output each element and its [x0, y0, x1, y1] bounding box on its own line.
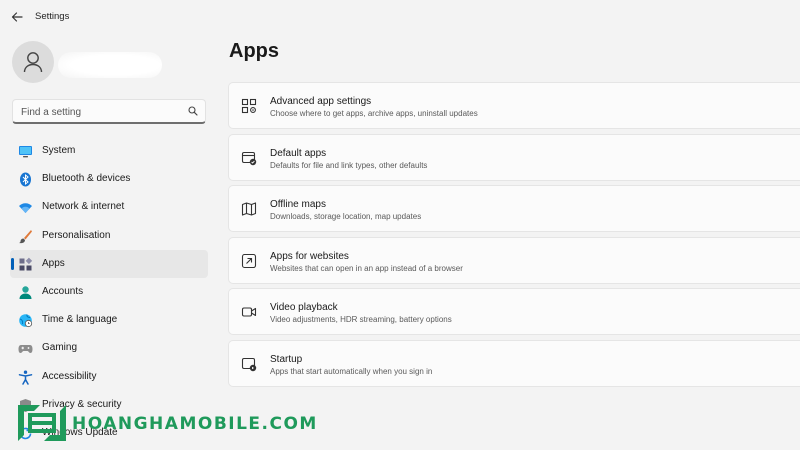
selection-indicator: [11, 257, 14, 270]
account-name-redacted: [58, 52, 162, 78]
sidebar-item-label: Accessibility: [42, 370, 97, 382]
card-description: Apps that start automatically when you s…: [270, 366, 433, 376]
card-title: Apps for websites: [270, 250, 349, 262]
bluetooth-icon: [20, 172, 31, 187]
card-description: Choose where to get apps, archive apps, …: [270, 109, 478, 118]
sidebar-item-accounts[interactable]: Accounts: [10, 278, 208, 306]
card-default-apps[interactable]: Default apps Defaults for file and link …: [228, 133, 800, 181]
search-input[interactable]: [19, 103, 183, 122]
gamepad-icon: [18, 345, 33, 354]
wifi-icon: [19, 203, 32, 214]
monitor-icon: [19, 146, 32, 158]
default-apps-icon: [241, 151, 257, 165]
globe-clock-icon: [19, 314, 33, 328]
sidebar-item-label: Time & language: [42, 314, 118, 326]
card-video-playback[interactable]: Video playback Video adjustments, HDR st…: [228, 288, 800, 336]
sidebar-item-network[interactable]: Network & internet: [10, 193, 208, 221]
startup-icon: [241, 357, 257, 372]
sidebar-item-system[interactable]: System: [10, 137, 208, 165]
accessibility-icon: [18, 370, 33, 385]
sidebar-item-label: Accounts: [42, 285, 84, 297]
back-arrow-icon: [11, 12, 23, 22]
sidebar-item-label: Network & internet: [42, 201, 125, 213]
watermark: HOANGHAMOBILE.COM: [14, 403, 316, 443]
sidebar-item-accessibility[interactable]: Accessibility: [10, 363, 208, 391]
watermark-text: HOANGHAMOBILE.COM: [72, 414, 318, 434]
sidebar-item-bluetooth[interactable]: Bluetooth & devices: [10, 165, 208, 193]
video-camera-icon: [241, 307, 257, 317]
card-title: Default apps: [270, 147, 327, 159]
title-bar: Settings: [0, 0, 800, 34]
page-title: Apps: [229, 40, 279, 62]
card-title: Startup: [270, 353, 303, 365]
back-button[interactable]: [8, 8, 26, 26]
paintbrush-icon: [19, 229, 32, 243]
app-title: Settings: [35, 11, 70, 22]
sidebar-item-label: Personalisation: [42, 229, 111, 241]
card-startup[interactable]: Startup Apps that start automatically wh…: [228, 339, 800, 387]
sidebar-item-gaming[interactable]: Gaming: [10, 334, 208, 362]
card-description: Video adjustments, HDR streaming, batter…: [270, 315, 452, 325]
card-description: Downloads, storage location, map updates: [270, 212, 422, 222]
card-title: Offline maps: [270, 199, 326, 211]
sidebar-item-label: Bluetooth & devices: [42, 173, 131, 185]
avatar[interactable]: [12, 41, 54, 83]
sidebar-item-label: Gaming: [42, 342, 78, 354]
sidebar-item-label: Apps: [42, 257, 65, 269]
sidebar-item-label: System: [42, 145, 76, 156]
settings-card-list: Advanced app settings Choose where to ge…: [228, 82, 800, 392]
user-icon: [23, 52, 43, 73]
card-apps-for-websites[interactable]: Apps for websites Websites that can open…: [228, 236, 800, 284]
sidebar-item-time-language[interactable]: Time & language: [10, 306, 208, 334]
card-offline-maps[interactable]: Offline maps Downloads, storage location…: [228, 185, 800, 233]
person-icon: [19, 286, 32, 299]
card-description: Websites that can open in an app instead…: [270, 263, 463, 273]
apps-icon: [19, 257, 33, 271]
app-settings-icon: [241, 98, 257, 114]
card-advanced-app-settings[interactable]: Advanced app settings Choose where to ge…: [228, 82, 800, 129]
card-title: Video playback: [270, 302, 338, 314]
sidebar-item-apps[interactable]: Apps: [10, 249, 208, 278]
map-icon: [241, 202, 257, 216]
watermark-logo-icon: [18, 405, 66, 441]
card-description: Defaults for file and link types, other …: [270, 160, 428, 170]
search-box[interactable]: [12, 99, 206, 124]
sidebar-nav: System Bluetooth & devices Network & int…: [10, 137, 208, 447]
open-external-icon: [241, 253, 257, 268]
sidebar-item-personalisation[interactable]: Personalisation: [10, 222, 208, 250]
search-icon[interactable]: [188, 106, 198, 116]
card-title: Advanced app settings: [270, 96, 372, 107]
